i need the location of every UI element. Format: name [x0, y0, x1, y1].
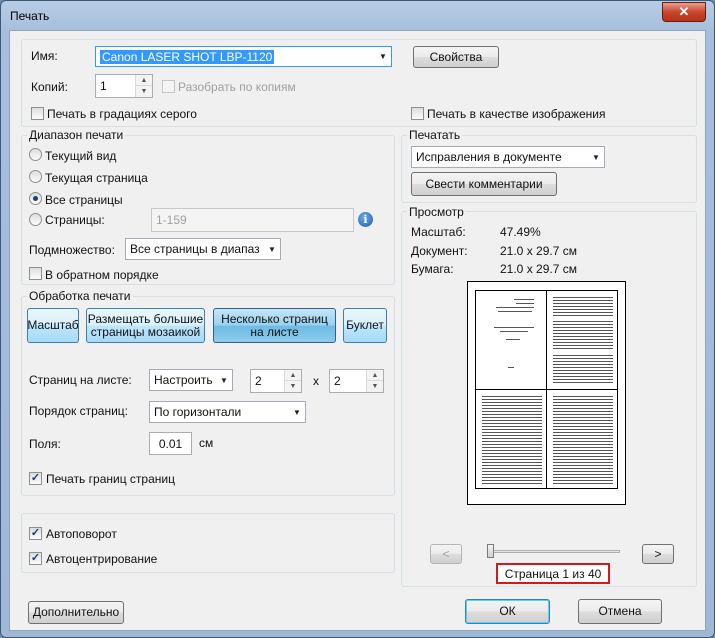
grayscale-label: Печать в градациях серого — [47, 107, 197, 121]
summarize-comments-button[interactable]: Свести комментарии — [411, 172, 557, 196]
copies-label: Копий: — [31, 80, 68, 94]
radio-all-pages[interactable] — [29, 192, 42, 205]
chevron-down-icon: ▼ — [220, 375, 228, 385]
print-dialog-window: Печать ✕ Имя: Canon LASER SHOT LBP-1120 … — [0, 0, 715, 638]
document-size-label: Документ: — [411, 244, 468, 258]
grayscale-checkbox[interactable] — [31, 107, 44, 120]
print-range-title: Диапазон печати — [27, 128, 126, 142]
next-page-button[interactable]: > — [642, 544, 674, 564]
copies-value: 1 — [100, 79, 107, 93]
page-slider-thumb[interactable] — [487, 544, 494, 558]
radio-pages[interactable] — [29, 213, 42, 226]
subset-select[interactable]: Все страницы в диапаз ▼ — [125, 238, 281, 260]
spin-up-icon[interactable]: ▲ — [367, 370, 383, 381]
copies-stepper[interactable]: 1 ▲ ▼ — [95, 74, 153, 98]
spin-down-icon[interactable]: ▼ — [285, 381, 301, 392]
page-order-label: Порядок страниц: — [29, 404, 128, 418]
times-sign: x — [313, 374, 319, 388]
advanced-button[interactable]: Дополнительно — [28, 601, 124, 624]
radio-current-view[interactable] — [29, 148, 42, 161]
print-as-image-label: Печать в качестве изображения — [427, 107, 606, 121]
spin-down-icon[interactable]: ▼ — [136, 86, 152, 97]
margins-value: 0.01 — [158, 436, 183, 451]
printer-select-value: Canon LASER SHOT LBP-1120 — [100, 49, 275, 64]
print-what-value: Исправления в документе — [416, 150, 562, 164]
info-icon[interactable]: i — [358, 212, 373, 227]
mode-scale-button[interactable]: Масштаб — [27, 308, 79, 343]
mode-booklet-button[interactable]: Буклет — [343, 308, 387, 343]
spin-up-icon[interactable]: ▲ — [285, 370, 301, 381]
spin-up-icon[interactable]: ▲ — [136, 75, 152, 86]
mode-multiple-button[interactable]: Несколько страниц на листе — [213, 308, 336, 343]
preview-title: Просмотр — [407, 205, 466, 219]
margins-label: Поля: — [29, 437, 61, 451]
spin-down-icon[interactable]: ▼ — [367, 381, 383, 392]
print-what-select[interactable]: Исправления в документе ▼ — [411, 146, 605, 168]
page-order-value: По горизонтали — [154, 405, 242, 419]
margins-unit: см — [199, 436, 214, 450]
autorotate-label: Автоповорот — [46, 527, 117, 541]
radio-all-pages-label: Все страницы — [45, 193, 123, 207]
scale-label: Масштаб: — [411, 225, 466, 239]
printer-name-label: Имя: — [31, 49, 58, 63]
prev-page-button[interactable]: < — [430, 544, 462, 564]
margins-input[interactable]: 0.01 — [149, 432, 192, 455]
close-button[interactable]: ✕ — [662, 2, 706, 22]
paper-size-label: Бумага: — [411, 262, 454, 276]
pages-per-sheet-select[interactable]: Настроить ▼ — [149, 369, 233, 391]
print-what-title: Печатать — [407, 128, 463, 142]
preview-page-1 — [475, 290, 547, 390]
cancel-button[interactable]: Отмена — [578, 599, 662, 624]
columns-spinner[interactable]: ▲ ▼ — [284, 370, 301, 392]
pages-per-sheet-label: Страниц на листе: — [29, 373, 132, 387]
pages-range-input[interactable]: 1-159 — [151, 208, 354, 232]
page-indicator: Страница 1 из 40 — [496, 563, 610, 584]
collate-checkbox[interactable] — [162, 80, 175, 93]
radio-current-page[interactable] — [29, 170, 42, 183]
autocenter-label: Автоцентрирование — [46, 552, 158, 566]
copies-spinner[interactable]: ▲ ▼ — [135, 75, 152, 97]
scale-value: 47.49% — [500, 225, 541, 239]
title-bar[interactable]: Печать ✕ — [1, 1, 714, 31]
radio-current-view-label: Текущий вид — [45, 149, 117, 163]
properties-button[interactable]: Свойства — [413, 46, 499, 68]
reverse-order-label: В обратном порядке — [45, 268, 159, 282]
page-order-select[interactable]: По горизонтали ▼ — [149, 401, 306, 423]
rows-value: 2 — [334, 374, 341, 388]
preview-page-2 — [546, 290, 618, 390]
rows-spinner[interactable]: ▲ ▼ — [366, 370, 383, 392]
ok-button[interactable]: ОК — [465, 599, 550, 624]
collate-label: Разобрать по копиям — [178, 80, 296, 94]
subset-label: Подмножество: — [29, 243, 115, 257]
page-slider-track[interactable] — [488, 550, 620, 553]
radio-pages-label: Страницы: — [45, 213, 105, 227]
mode-tile-button[interactable]: Размещать большие страницы мозаикой — [86, 308, 205, 343]
paper-size-value: 21.0 x 29.7 см — [500, 262, 577, 276]
pages-per-sheet-value: Настроить — [154, 373, 213, 387]
chevron-down-icon: ▼ — [379, 52, 387, 61]
autocenter-checkbox[interactable]: ✓ — [29, 552, 42, 565]
reverse-order-checkbox[interactable] — [29, 267, 42, 280]
radio-current-page-label: Текущая страница — [45, 171, 148, 185]
rows-stepper[interactable]: 2 ▲ ▼ — [329, 369, 384, 393]
columns-value: 2 — [255, 374, 262, 388]
dialog-client-area: Имя: Canon LASER SHOT LBP-1120 ▼ Свойств… — [9, 30, 706, 631]
chevron-down-icon: ▼ — [268, 244, 276, 254]
autorotate-checkbox[interactable]: ✓ — [29, 527, 42, 540]
printer-select[interactable]: Canon LASER SHOT LBP-1120 ▼ — [95, 46, 392, 67]
print-borders-label: Печать границ страниц — [46, 472, 175, 486]
preview-page-3 — [475, 389, 547, 489]
print-as-image-checkbox[interactable] — [411, 107, 424, 120]
subset-value: Все страницы в диапаз — [130, 242, 260, 256]
print-handling-title: Обработка печати — [27, 289, 133, 303]
preview-paper — [467, 281, 626, 505]
preview-page-4 — [546, 389, 618, 489]
chevron-down-icon: ▼ — [592, 152, 600, 162]
pages-range-placeholder: 1-159 — [156, 213, 187, 227]
window-title: Печать — [10, 9, 50, 23]
document-size-value: 21.0 x 29.7 см — [500, 244, 577, 258]
print-borders-checkbox[interactable]: ✓ — [29, 472, 42, 485]
columns-stepper[interactable]: 2 ▲ ▼ — [250, 369, 302, 393]
chevron-down-icon: ▼ — [293, 407, 301, 417]
